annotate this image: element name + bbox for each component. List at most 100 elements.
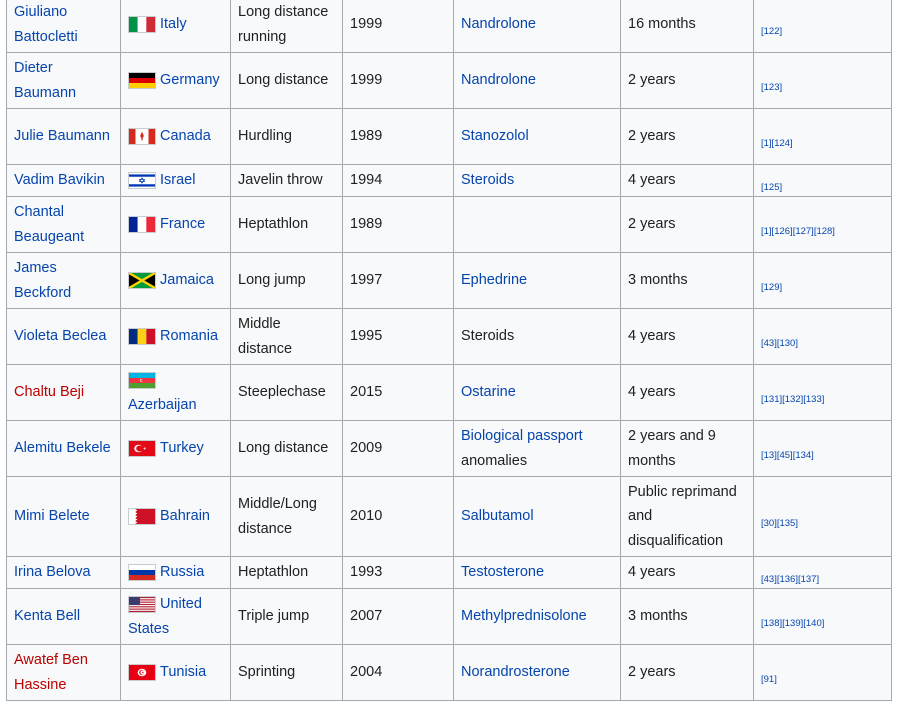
reference-link[interactable]: [1][126][127][128]: [761, 227, 835, 237]
penalty-cell: 2 years: [620, 108, 754, 165]
reference-link[interactable]: [129]: [761, 283, 782, 293]
substance-link[interactable]: Ephedrine: [461, 272, 527, 288]
substance-link[interactable]: Norandrosterone: [461, 664, 570, 680]
reference-link[interactable]: [122]: [761, 27, 782, 37]
penalty-cell: 3 months: [620, 252, 754, 309]
year-cell: 2004: [342, 644, 454, 701]
substance-cell: Ostarine: [453, 364, 621, 421]
substance-cell: Stanozolol: [453, 108, 621, 165]
table-row: James Beckford Jamaica Long jump 1997 Ephedr…: [6, 252, 892, 309]
substance-cell: Nandrolone: [453, 0, 621, 53]
references-cell: [1][124]: [753, 108, 892, 165]
athlete-link[interactable]: Irina Belova: [14, 564, 91, 580]
athlete-link[interactable]: Giuliano Battocletti: [14, 4, 78, 45]
year-cell: 2010: [342, 476, 454, 557]
tunisia-flag-icon: [128, 663, 156, 681]
penalty-cell: 4 years: [620, 364, 754, 421]
athlete-link[interactable]: James Beckford: [14, 260, 71, 301]
reference-link[interactable]: [30][135]: [761, 519, 798, 529]
france-flag-icon: [128, 215, 156, 233]
event-text: Sprinting: [238, 664, 296, 681]
references-cell: [129]: [753, 252, 892, 309]
country-link[interactable]: Germany: [160, 72, 220, 88]
athlete-link[interactable]: Awatef Ben Hassine: [14, 652, 88, 693]
reference-link[interactable]: [138][139][140]: [761, 619, 824, 629]
event-text: Long distance running: [238, 4, 329, 45]
penalty-cell: Public reprimand and disqualification: [620, 476, 754, 557]
athlete-link[interactable]: Alemitu Bekele: [14, 440, 111, 456]
table-row: Awatef Ben Hassine Tunisia Sprinting 2004 No…: [6, 644, 892, 701]
table-row: Dieter Baumann Germany Long distance 1999 Na…: [6, 52, 892, 109]
athlete-link[interactable]: Kenta Bell: [14, 608, 80, 624]
reference-link[interactable]: [43][130]: [761, 339, 798, 349]
athlete-cell: Violeta Beclea: [6, 308, 121, 365]
event-cell: Long distance running: [230, 0, 343, 53]
event-text: Steeplechase: [238, 384, 326, 401]
event-text: Triple jump: [238, 608, 310, 625]
athlete-link[interactable]: Mimi Belete: [14, 508, 90, 524]
country-cell: Azerbaijan: [120, 364, 231, 421]
country-link[interactable]: Turkey: [160, 440, 204, 456]
reference-link[interactable]: [125]: [761, 183, 782, 193]
athlete-link[interactable]: Chantal Beaugeant: [14, 204, 84, 245]
substance-link[interactable]: Salbutamol: [461, 508, 534, 524]
substance-text: Steroids: [461, 328, 515, 345]
references-cell: [43][130]: [753, 308, 892, 365]
substance-link[interactable]: Ostarine: [461, 384, 516, 400]
reference-link[interactable]: [131][132][133]: [761, 395, 824, 405]
substance-link[interactable]: Stanozolol: [461, 128, 529, 144]
country-link[interactable]: Azerbaijan: [128, 397, 197, 413]
penalty-cell: 3 months: [620, 588, 754, 645]
event-cell: Hurdling: [230, 108, 343, 165]
table-row: Kenta Bell United States Triple jump 2007 Me…: [6, 588, 892, 645]
substance-link[interactable]: Steroids: [461, 172, 514, 188]
substance-cell: Steroids: [453, 164, 621, 197]
year-text: 2007: [350, 608, 383, 625]
reference-link[interactable]: [91]: [761, 675, 777, 685]
athlete-link[interactable]: Violeta Beclea: [14, 328, 106, 344]
germany-flag-icon: [128, 71, 156, 89]
substance-link[interactable]: Testosterone: [461, 564, 544, 580]
substance-link[interactable]: Nandrolone: [461, 72, 536, 88]
reference-link[interactable]: [123]: [761, 83, 782, 93]
athlete-link[interactable]: Julie Baumann: [14, 128, 110, 144]
year-text: 1989: [350, 216, 383, 233]
year-cell: 1999: [342, 0, 454, 53]
country-link[interactable]: Bahrain: [160, 508, 210, 524]
substance-cell: Steroids: [453, 308, 621, 365]
substance-cell: Testosterone: [453, 556, 621, 589]
country-link[interactable]: Jamaica: [160, 272, 214, 288]
country-link[interactable]: Romania: [160, 328, 218, 344]
year-text: 2004: [350, 664, 383, 681]
table-body: Giuliano Battocletti Italy Long distance r…: [6, 0, 892, 701]
country-link[interactable]: Canada: [160, 128, 211, 144]
event-text: Middle distance: [238, 316, 293, 357]
reference-link[interactable]: [1][124]: [761, 139, 793, 149]
country-link[interactable]: Tunisia: [160, 664, 206, 680]
substance-link[interactable]: Methylprednisolone: [461, 608, 587, 624]
country-link[interactable]: France: [160, 216, 205, 232]
year-cell: 1997: [342, 252, 454, 309]
penalty-text: 2 years: [628, 128, 676, 145]
athlete-link[interactable]: Dieter Baumann: [14, 60, 76, 101]
event-text: Javelin throw: [238, 172, 323, 189]
penalty-text: 2 years: [628, 664, 676, 681]
year-text: 2009: [350, 440, 383, 457]
reference-link[interactable]: [43][136][137]: [761, 575, 819, 585]
country-link[interactable]: Israel: [160, 172, 195, 188]
substance-link[interactable]: Nandrolone: [461, 16, 536, 32]
athlete-link[interactable]: Chaltu Beji: [14, 384, 84, 400]
substance-cell: Methylprednisolone: [453, 588, 621, 645]
event-cell: Middle/Long distance: [230, 476, 343, 557]
references-cell: [138][139][140]: [753, 588, 892, 645]
country-link[interactable]: Russia: [160, 564, 204, 580]
country-cell: Russia: [120, 556, 231, 589]
table-row: Julie Baumann Canada Hurdling 1989 Stanozolo…: [6, 108, 892, 165]
substance-link[interactable]: Biological passport: [461, 428, 583, 444]
country-link[interactable]: Italy: [160, 16, 187, 32]
athlete-cell: Julie Baumann: [6, 108, 121, 165]
reference-link[interactable]: [13][45][134]: [761, 451, 814, 461]
penalty-text: 3 months: [628, 272, 688, 289]
athlete-link[interactable]: Vadim Bavikin: [14, 172, 105, 188]
penalty-text: Public reprimand and disqualification: [628, 483, 737, 549]
